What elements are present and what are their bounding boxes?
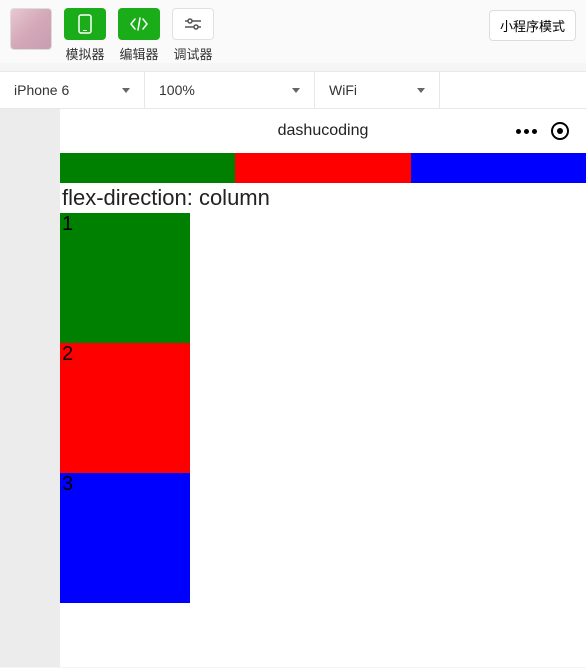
close-button[interactable] [546, 117, 574, 145]
col-box-1: 1 [60, 213, 190, 343]
debugger-label: 调试器 [173, 44, 212, 63]
row-box-3 [411, 153, 586, 183]
avatar[interactable] [10, 8, 52, 50]
chevron-down-icon [417, 88, 425, 93]
top-toolbar: 模拟器 编辑器 调试器 小程序模式 [0, 0, 586, 63]
device-preview: dashucoding flex-direction: column 1 2 [60, 109, 586, 667]
workspace: dashucoding flex-direction: column 1 2 [0, 109, 586, 667]
flex-row-demo [60, 153, 586, 183]
simulator-label: 模拟器 [65, 44, 104, 63]
simulator-tool: 模拟器 [64, 8, 106, 63]
network-select[interactable]: WiFi [315, 72, 440, 108]
simulator-button[interactable] [64, 8, 106, 40]
dropdown-bar: iPhone 6 100% WiFi [0, 71, 586, 109]
col-box-3: 3 [60, 473, 190, 603]
editor-label: 编辑器 [119, 44, 158, 63]
debugger-tool: 调试器 [172, 8, 214, 63]
flex-column-demo: 1 2 3 [60, 213, 190, 603]
sliders-icon [184, 17, 202, 31]
dots-icon [516, 129, 537, 134]
mode-button[interactable]: 小程序模式 [489, 10, 576, 41]
left-gutter [0, 109, 60, 667]
code-icon [129, 17, 149, 31]
col-box-2: 2 [60, 343, 190, 473]
device-select[interactable]: iPhone 6 [0, 72, 145, 108]
capsule-buttons [512, 117, 574, 145]
network-value: WiFi [329, 82, 357, 98]
chevron-down-icon [122, 88, 130, 93]
editor-button[interactable] [118, 8, 160, 40]
page-title: dashucoding [278, 122, 369, 140]
page-content: flex-direction: column 1 2 3 [60, 153, 586, 603]
row-box-1 [60, 153, 235, 183]
zoom-value: 100% [159, 82, 195, 98]
zoom-select[interactable]: 100% [145, 72, 315, 108]
device-value: iPhone 6 [14, 82, 69, 98]
editor-tool: 编辑器 [118, 8, 160, 63]
menu-button[interactable] [512, 117, 540, 145]
section-heading: flex-direction: column [60, 183, 586, 213]
debugger-button[interactable] [172, 8, 214, 40]
phone-icon [78, 14, 92, 34]
row-box-2 [235, 153, 410, 183]
mini-program-navbar: dashucoding [60, 109, 586, 153]
chevron-down-icon [292, 88, 300, 93]
target-icon [551, 122, 569, 140]
